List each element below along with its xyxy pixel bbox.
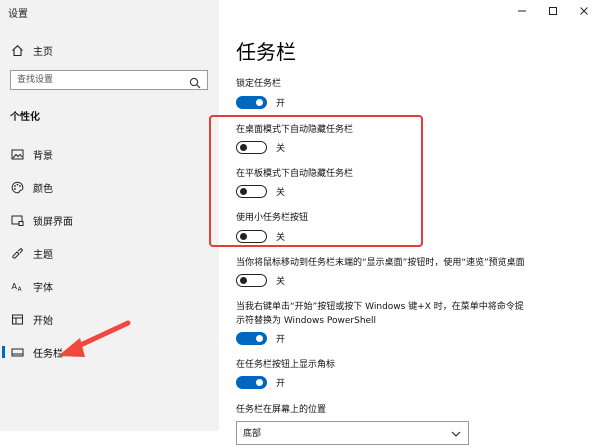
- toggle-state: 开: [276, 334, 286, 345]
- page-title: 任务栏: [236, 40, 296, 64]
- start-icon: [10, 312, 24, 326]
- sidebar-item-fonts[interactable]: AA 字体: [0, 274, 219, 298]
- toggle-knob: [256, 334, 263, 342]
- maximize-button[interactable]: [538, 0, 568, 22]
- toggle-knob: [240, 276, 247, 284]
- search-input[interactable]: [17, 74, 177, 86]
- minimize-button[interactable]: [507, 0, 537, 22]
- setting-label-badges: 在任务栏按钮上显示角标: [236, 360, 336, 370]
- peek-toggle[interactable]: [236, 273, 267, 287]
- sidebar: 设置 主页 个性化 背景 颜色 锁屏界面 主题: [0, 0, 219, 431]
- badges-toggle[interactable]: [236, 375, 267, 389]
- maximize-icon: [549, 7, 557, 15]
- image-icon: [10, 147, 24, 161]
- search-box[interactable]: [10, 70, 208, 90]
- toggle-knob: [256, 98, 263, 106]
- palette-icon: [10, 180, 24, 194]
- app-title: 设置: [8, 9, 28, 20]
- select-value: 底部: [243, 429, 262, 439]
- sidebar-item-home[interactable]: 主页: [0, 38, 219, 62]
- sidebar-item-background[interactable]: 背景: [0, 142, 219, 166]
- sidebar-item-colors[interactable]: 颜色: [0, 175, 219, 199]
- sidebar-item-label: 锁屏界面: [33, 216, 73, 228]
- font-icon: AA: [10, 279, 24, 293]
- toggle-state: 开: [276, 378, 286, 389]
- minimize-icon: [518, 10, 526, 12]
- search-icon[interactable]: [189, 74, 201, 89]
- chevron-down-icon: [450, 425, 462, 437]
- taskbar-position-select[interactable]: 底部: [236, 421, 469, 445]
- svg-text:A: A: [17, 286, 22, 293]
- setting-row-peek: 关: [236, 272, 285, 288]
- setting-label-lock-taskbar: 锁定任务栏: [236, 79, 282, 89]
- home-icon: [10, 43, 24, 57]
- sidebar-item-label: 主页: [33, 46, 53, 58]
- lock-taskbar-toggle[interactable]: [236, 95, 267, 109]
- highlight-box: [209, 115, 423, 247]
- setting-row-badges: 开: [236, 374, 285, 390]
- powershell-toggle[interactable]: [236, 331, 267, 345]
- sidebar-item-label: 颜色: [33, 183, 53, 195]
- setting-row-powershell: 开: [236, 330, 285, 346]
- sidebar-item-start[interactable]: 开始: [0, 307, 219, 331]
- setting-label-powershell-line1: 当我右键单击“开始”按钮或按下 Windows 键+X 时，在菜单中将命令提: [236, 302, 524, 312]
- toggle-state: 开: [276, 98, 286, 109]
- sidebar-item-label: 字体: [33, 282, 53, 294]
- sidebar-item-themes[interactable]: 主题: [0, 241, 219, 265]
- setting-row-lock-taskbar: 开: [236, 94, 285, 110]
- sidebar-item-taskbar[interactable]: 任务栏: [0, 340, 219, 364]
- active-indicator: [2, 346, 5, 358]
- sidebar-item-label: 开始: [33, 315, 53, 327]
- theme-icon: [10, 246, 24, 260]
- setting-label-position: 任务栏在屏幕上的位置: [236, 405, 327, 415]
- sidebar-item-lockscreen[interactable]: 锁屏界面: [0, 208, 219, 232]
- close-button[interactable]: [569, 0, 599, 22]
- lockscreen-icon: [10, 213, 24, 227]
- sidebar-item-label: 背景: [33, 150, 53, 162]
- setting-label-powershell-line2: 示符替换为 Windows PowerShell: [236, 316, 377, 326]
- close-icon: [580, 7, 588, 15]
- toggle-knob: [256, 378, 263, 386]
- sidebar-item-label: 主题: [33, 249, 53, 261]
- sidebar-item-label: 任务栏: [33, 348, 63, 360]
- toggle-state: 关: [276, 276, 286, 287]
- setting-label-peek: 当你将鼠标移动到任务栏末端的“显示桌面”按钮时，使用“速览”预览桌面: [236, 258, 525, 268]
- taskbar-icon: [10, 345, 24, 359]
- section-heading: 个性化: [10, 112, 40, 123]
